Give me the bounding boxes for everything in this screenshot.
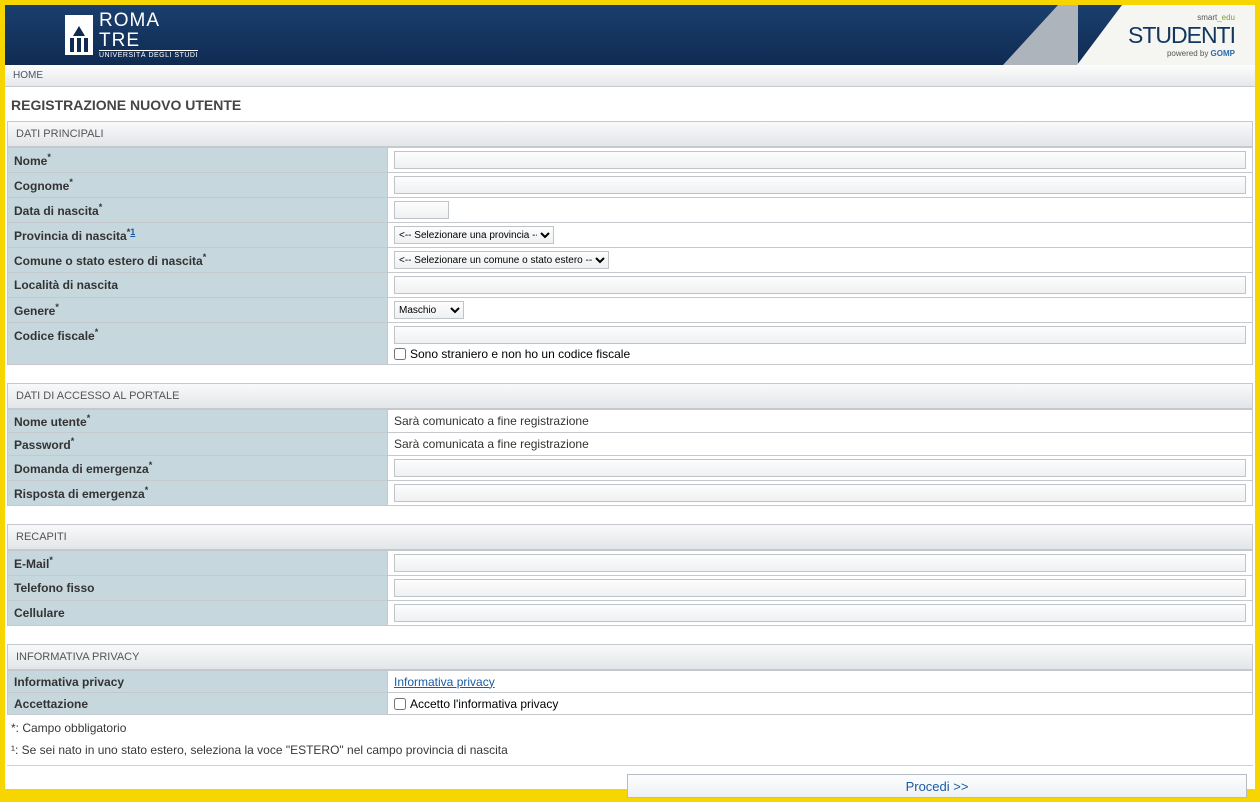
input-email[interactable] [394,554,1246,572]
logo-text-bottom: TRE [99,30,140,51]
logo-subtitle: UNIVERSITÀ DEGLI STUDI [99,50,198,59]
input-localita[interactable] [394,276,1246,294]
label-genere: Genere [14,304,55,318]
link-informativa-privacy[interactable]: Informativa privacy [394,675,495,689]
header-right-block: smart_edu STUDENTI powered by GOMP [1003,5,1255,65]
input-telefono[interactable] [394,579,1246,597]
section-recapiti: RECAPITI [7,524,1253,550]
checkbox-accetto-privacy[interactable] [394,698,406,710]
logo-text-top: ROMA [99,10,160,31]
section-dati-accesso: DATI DI ACCESSO AL PORTALE [7,383,1253,409]
input-domanda[interactable] [394,459,1246,477]
app-frame: ROMA TRE UNIVERSITÀ DEGLI STUDI smart_ed… [0,0,1260,794]
section-dati-principali: DATI PRINCIPALI [7,121,1253,147]
breadcrumb-bar: HOME [5,65,1255,87]
input-data-nascita[interactable] [394,201,449,219]
select-genere[interactable]: Maschio [394,301,464,319]
label-info-privacy: Informativa privacy [14,675,124,689]
form-dati-accesso: Nome utente* Sarà comunicato a fine regi… [7,409,1253,506]
label-password: Password [14,438,71,452]
label-domanda: Domanda di emergenza [14,462,149,476]
select-provincia[interactable]: <-- Selezionare una provincia --> [394,226,554,244]
note-estero: ¹: Se sei nato in uno stato estero, sele… [7,737,1253,759]
page-title: REGISTRAZIONE NUOVO UTENTE [7,91,1253,121]
nav-home-link[interactable]: HOME [13,70,43,81]
input-risposta[interactable] [394,484,1246,502]
label-provincia: Provincia di nascita [14,229,127,243]
label-email: E-Mail [14,557,49,571]
input-nome[interactable] [394,151,1246,169]
section-privacy: INFORMATIVA PRIVACY [7,644,1253,670]
header-bar: ROMA TRE UNIVERSITÀ DEGLI STUDI smart_ed… [5,5,1255,65]
label-nome-utente: Nome utente [14,415,87,429]
smartedu-text-b: _edu [1217,13,1235,22]
label-straniero: Sono straniero e non ho un codice fiscal… [410,347,630,361]
label-comune: Comune o stato estero di nascita [14,254,203,268]
input-cognome[interactable] [394,176,1246,194]
checkbox-straniero[interactable] [394,348,406,360]
smartedu-text-a: smart [1197,13,1217,22]
studenti-label: STUDENTI [1128,22,1235,49]
note-required: *: Campo obbligatorio [7,715,1253,737]
select-comune[interactable]: <-- Selezionare un comune o stato estero… [394,251,609,269]
logo-icon [65,15,93,55]
msg-nome-utente: Sarà comunicato a fine registrazione [394,414,589,428]
note-link-1[interactable]: 1 [130,227,135,237]
label-cognome: Cognome [14,179,69,193]
label-data-nascita: Data di nascita [14,204,99,218]
label-codice-fiscale: Codice fiscale [14,329,95,343]
label-risposta: Risposta di emergenza [14,487,145,501]
label-telefono: Telefono fisso [14,581,94,595]
label-cellulare: Cellulare [14,606,65,620]
proceed-button[interactable]: Procedi >> [627,774,1247,798]
gomp-label: GOMP [1211,49,1235,58]
label-accetto-privacy: Accetto l'informativa privacy [410,697,558,711]
university-logo: ROMA TRE UNIVERSITÀ DEGLI STUDI [65,11,198,60]
input-codice-fiscale[interactable] [394,326,1246,344]
msg-password: Sarà comunicata a fine registrazione [394,437,589,451]
input-cellulare[interactable] [394,604,1246,622]
form-recapiti: E-Mail* Telefono fisso Cellulare [7,550,1253,626]
form-privacy: Informativa privacy Informativa privacy … [7,670,1253,715]
form-dati-principali: Nome* Cognome* Data di nascita* Provinci… [7,147,1253,365]
label-localita: Località di nascita [14,278,118,292]
gomp-prefix: powered by [1167,49,1208,58]
label-nome: Nome [14,154,47,168]
label-accettazione: Accettazione [14,697,88,711]
